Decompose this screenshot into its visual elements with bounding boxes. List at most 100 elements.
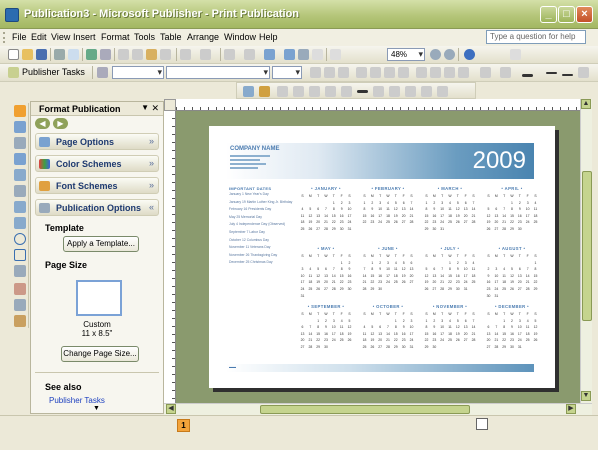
month-december[interactable]: • DECEMBER • S M T W T F S 1 2 3 4 5 6 7 8 9 10 11 12 13 14 15… (485, 304, 539, 360)
form-control-icon[interactable] (14, 299, 26, 311)
menu-arrange[interactable]: Arrange (187, 32, 219, 42)
decrease-indent-icon[interactable] (444, 67, 455, 78)
apply-template-button[interactable]: Apply a Template... (63, 236, 139, 252)
align-left-icon[interactable] (356, 67, 367, 78)
align-center-icon[interactable] (370, 67, 381, 78)
menu-table[interactable]: Table (160, 32, 182, 42)
vertical-scroll-thumb[interactable] (582, 171, 592, 321)
font-color-icon[interactable] (522, 74, 533, 77)
reset-picture-icon[interactable] (437, 86, 448, 97)
zoom-in-icon[interactable] (444, 49, 455, 60)
compress-pictures-icon[interactable] (373, 86, 384, 97)
redo-icon[interactable] (200, 49, 211, 60)
month-august[interactable]: • AUGUST • S M T W T F S 1 2 3 4 5 6 7 8 9 10 11 12 13 14 15 16… (485, 246, 539, 302)
pane-close-icon[interactable]: ✕ (151, 103, 159, 114)
styles-icon[interactable] (97, 67, 108, 78)
new-icon[interactable] (8, 49, 19, 60)
more-brightness-icon[interactable] (309, 86, 320, 97)
change-page-size-button[interactable]: Change Page Size... (61, 346, 139, 362)
text-wrapping-icon[interactable] (389, 86, 400, 97)
menu-view[interactable]: View (51, 32, 70, 42)
month-february[interactable]: • FEBRUARY • S M T W T F S 1 2 3 4 5 6 7 8 9 10 11 12 13 14 15… (361, 186, 415, 242)
ruler-origin[interactable] (164, 99, 176, 111)
month-may[interactable]: • MAY • S M T W T F S 1 2 3 4 5 6 7 8 9 10 11 12 13 14 15 16 17 1… (299, 246, 353, 302)
special-characters-icon[interactable] (298, 49, 309, 60)
send-to-back-icon[interactable] (244, 49, 255, 60)
print-preview-icon[interactable] (68, 49, 79, 60)
month-october[interactable]: • OCTOBER • S M T W T F S 1 2 3 4 5 6 7 8 9 10 11 12 13 14 15 1… (361, 304, 415, 360)
menu-edit[interactable]: Edit (31, 32, 47, 42)
menu-file[interactable]: File (12, 32, 27, 42)
oval-tool-icon[interactable] (14, 233, 26, 245)
pane-menu-arrow-icon[interactable]: ▼ (141, 103, 149, 112)
show-formatting-icon[interactable] (312, 49, 323, 60)
scroll-up-icon[interactable]: ▲ (581, 99, 591, 109)
dash-style-icon[interactable] (562, 74, 573, 76)
research-icon[interactable] (100, 49, 111, 60)
open-icon[interactable] (22, 49, 33, 60)
section-publication-options[interactable]: Publication Options « (35, 199, 159, 216)
scroll-down-icon[interactable]: ▼ (93, 405, 100, 412)
minimize-button[interactable]: _ (540, 6, 557, 23)
italic-icon[interactable] (324, 67, 335, 78)
hot-spot-icon[interactable] (14, 283, 26, 295)
insert-table-icon[interactable] (14, 137, 26, 149)
zoom-out-icon[interactable] (430, 49, 441, 60)
bold-icon[interactable] (310, 67, 321, 78)
crop-icon[interactable] (341, 86, 352, 97)
more-contrast-icon[interactable] (277, 86, 288, 97)
back-icon[interactable]: ◀ (35, 118, 50, 129)
maximize-button[interactable]: □ (558, 6, 575, 23)
horizontal-ruler[interactable] (176, 99, 580, 111)
select-objects-icon[interactable] (14, 105, 26, 117)
vertical-ruler[interactable] (164, 111, 176, 403)
picture-frame-icon[interactable] (14, 169, 26, 181)
text-box-icon[interactable] (14, 121, 26, 133)
print-icon[interactable] (54, 49, 65, 60)
month-march[interactable]: • MARCH • S M T W T F S 1 2 3 4 5 6 7 8 9 10 11 12 13 14 15 16 1… (423, 186, 477, 242)
menu-insert[interactable]: Insert (73, 32, 96, 42)
month-april[interactable]: • APRIL • S M T W T F S 1 2 3 4 5 6 7 8 9 10 11 12 13 14 15 16 1… (485, 186, 539, 242)
scroll-down-icon[interactable]: ▼ (581, 391, 591, 401)
zoom-select[interactable]: 48% (387, 48, 425, 61)
pilcrow-icon[interactable] (330, 49, 341, 60)
font-size-select[interactable] (272, 66, 302, 79)
set-transparent-color-icon[interactable] (421, 86, 432, 97)
forward-icon[interactable]: ▶ (53, 118, 68, 129)
insert-picture-icon[interactable] (243, 86, 254, 97)
calendar-banner[interactable]: COMPANY NAME 2009 (226, 143, 534, 179)
calendar-page[interactable]: COMPANY NAME 2009 IMPORTANT DATES Januar… (209, 126, 555, 388)
line-tool-icon[interactable] (14, 201, 26, 213)
section-font-schemes[interactable]: Font Schemes » (35, 177, 159, 194)
month-january[interactable]: • JANUARY • S M T W T F S 1 2 3 4 5 6 7 8 9 10 11 12 13 14 15 1… (299, 186, 353, 242)
month-september[interactable]: • SEPTEMBER • S M T W T F S 1 2 3 4 5 6 7 8 9 10 11 12 13 14 1… (299, 304, 353, 360)
section-page-options[interactable]: Page Options » (35, 133, 159, 150)
scroll-right-icon[interactable]: ▶ (566, 404, 576, 414)
format-painter-icon[interactable] (160, 49, 171, 60)
month-november[interactable]: • NOVEMBER • S M T W T F S 1 2 3 4 5 6 7 8 9 10 11 12 13 14 15… (423, 304, 477, 360)
bullets-icon[interactable] (430, 67, 441, 78)
month-july[interactable]: • JULY • S M T W T F S 1 2 3 4 5 6 7 8 9 10 11 12 13 14 15 16 17… (423, 246, 477, 302)
help-search-input[interactable]: Type a question for help (486, 30, 586, 44)
shadow-style-icon[interactable] (578, 67, 589, 78)
menu-grip-icon[interactable] (3, 32, 6, 43)
horizontal-scrollbar[interactable]: ◀ ▶ (164, 403, 592, 415)
publisher-tasks-button[interactable]: Publisher Tasks (22, 67, 85, 77)
menu-format[interactable]: Format (101, 32, 130, 42)
numbering-icon[interactable] (416, 67, 427, 78)
help-icon[interactable] (464, 49, 475, 60)
publisher-app-icon[interactable] (5, 8, 19, 22)
page-navigator-1[interactable]: 1 (177, 419, 190, 432)
picture-line-style-icon[interactable] (357, 90, 368, 93)
toolbar-options-icon[interactable] (510, 49, 521, 60)
columns-icon[interactable] (284, 49, 295, 60)
undo-icon[interactable] (180, 49, 191, 60)
line-style-icon[interactable] (546, 72, 557, 74)
less-contrast-icon[interactable] (293, 86, 304, 97)
line-color-icon[interactable] (500, 67, 511, 78)
autoshapes-icon[interactable] (14, 265, 26, 277)
save-icon[interactable] (36, 49, 47, 60)
company-name[interactable]: COMPANY NAME (230, 146, 279, 152)
color-icon[interactable] (259, 86, 270, 97)
justify-icon[interactable] (398, 67, 409, 78)
